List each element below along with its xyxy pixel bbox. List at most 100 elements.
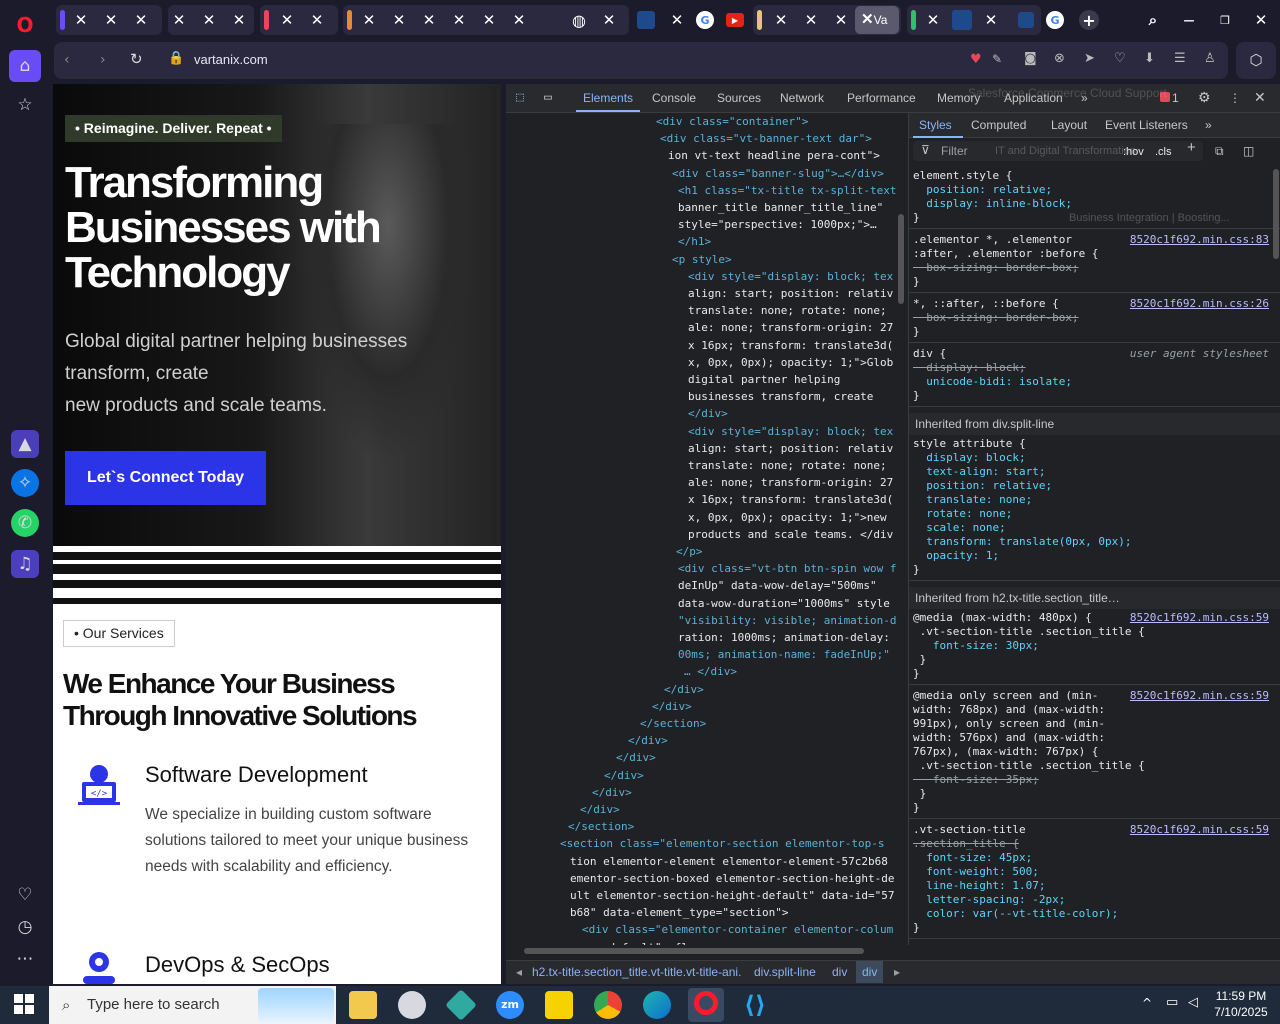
dom-line[interactable]: ration: 1000ms; animation-delay:: [678, 629, 890, 646]
style-rule-line[interactable]: display: block;: [913, 451, 1025, 465]
style-rule-line[interactable]: .vt-section-title .section_title {: [913, 759, 1145, 773]
dom-line[interactable]: </div>: [592, 784, 632, 801]
style-rule-line[interactable]: .section_title {: [913, 837, 1019, 851]
dom-horizontal-thumb[interactable]: [524, 948, 864, 954]
style-rule-line[interactable]: width: 576px) and (max-width:: [913, 731, 1105, 745]
dom-line[interactable]: <div style="display: block; tex: [688, 423, 893, 440]
dom-line[interactable]: "visibility: visible; animation-d: [678, 612, 897, 629]
breadcrumb-item[interactable]: h2.tx-title.section_title.vt-title.vt-ti…: [532, 961, 742, 983]
dom-line[interactable]: ementor-section-boxed elementor-section-…: [570, 870, 895, 887]
dom-line[interactable]: <div style="display: block; tex: [688, 268, 893, 285]
style-rule-line[interactable]: opacity: 1;: [913, 549, 999, 563]
restore-button[interactable]: ❐: [1214, 9, 1236, 31]
dom-line[interactable]: </section>: [640, 715, 706, 732]
dom-line[interactable]: <p style>: [672, 251, 732, 268]
x-tab[interactable]: ✕: [478, 9, 500, 31]
x-tab[interactable]: ✕: [598, 9, 620, 31]
style-rule-line[interactable]: style attribute {: [913, 437, 1026, 451]
x-tab[interactable]: ✕: [508, 9, 530, 31]
breadcrumb-scroll-right-icon[interactable]: ▸: [894, 961, 900, 983]
breadcrumb-item-selected[interactable]: div: [856, 961, 884, 983]
x-tab[interactable]: ✕: [448, 9, 470, 31]
new-style-rule-icon[interactable]: +: [1187, 140, 1196, 155]
style-rule-line[interactable]: box-sizing: border-box;: [913, 311, 1078, 325]
dom-line[interactable]: align: start; position: relativ: [688, 440, 893, 457]
google-tab-icon[interactable]: G: [1046, 11, 1064, 29]
dom-line[interactable]: … </div>: [684, 663, 737, 680]
new-tab-button[interactable]: +: [1079, 10, 1099, 30]
style-rule-line[interactable]: display: inline-block;: [913, 197, 1072, 211]
cls-toggle[interactable]: .cls: [1155, 145, 1172, 159]
easy-setup-icon[interactable]: ☰: [1174, 51, 1186, 66]
style-rule-line[interactable]: width: 768px) and (max-width:: [913, 703, 1105, 717]
style-rule-line[interactable]: :after, .elementor :before {: [913, 247, 1098, 261]
dom-line[interactable]: products and scale teams. </div: [688, 526, 893, 543]
dom-line[interactable]: </div>: [580, 801, 620, 818]
x-tab[interactable]: ✕: [388, 9, 410, 31]
network-icon[interactable]: ▭: [1166, 995, 1178, 1010]
dom-line[interactable]: </div>: [616, 749, 656, 766]
style-rule-line[interactable]: }: [913, 787, 927, 801]
minimize-button[interactable]: —: [1178, 9, 1200, 31]
style-rule-line[interactable]: .headline h1, .headline h2,: [913, 943, 1092, 945]
file-explorer-icon[interactable]: [349, 991, 377, 1019]
tray-chevron-icon[interactable]: ^: [1142, 996, 1152, 1010]
star-icon[interactable]: ☆: [10, 90, 40, 120]
volume-icon[interactable]: ◁: [1188, 995, 1198, 1010]
opera-taskbar-active[interactable]: [688, 988, 724, 1022]
dom-line[interactable]: ale: none; transform-origin: 27: [688, 319, 893, 336]
search-tabs-icon[interactable]: ⌕: [1142, 9, 1164, 31]
dom-line[interactable]: 00ms; animation-name: fadeInUp;": [678, 646, 890, 663]
dom-line[interactable]: <div class="container">: [656, 113, 808, 130]
tab-event-listeners[interactable]: Event Listeners: [1105, 118, 1188, 132]
style-rule-line[interactable]: }: [913, 211, 920, 225]
more-style-tabs-icon[interactable]: »: [1205, 118, 1212, 132]
style-source-link[interactable]: 8520c1f692.min.css:59: [1130, 611, 1269, 625]
back-icon[interactable]: ‹: [64, 52, 70, 68]
dom-line[interactable]: gap-default"> flex: [582, 939, 701, 945]
style-rule-line[interactable]: unicode-bidi: isolate;: [913, 375, 1072, 389]
x-tab[interactable]: ✕: [70, 9, 92, 31]
reload-icon[interactable]: ↻: [130, 50, 143, 68]
book-tab-icon[interactable]: [952, 10, 972, 30]
element-state-icon[interactable]: ⧉: [1215, 144, 1224, 158]
edge-icon[interactable]: [643, 991, 671, 1019]
connect-cta-button[interactable]: Let`s Connect Today: [65, 451, 266, 505]
url-field[interactable]: vartanix.com: [194, 52, 268, 67]
dom-line[interactable]: style="perspective: 1000px;">…: [678, 216, 877, 233]
chrome-icon[interactable]: [594, 991, 622, 1019]
camera-icon[interactable]: ◙: [1024, 51, 1037, 66]
dom-line[interactable]: </section>: [568, 818, 634, 835]
tab-layout[interactable]: Layout: [1051, 118, 1087, 132]
x-tab[interactable]: ✕: [228, 9, 250, 31]
styles-rules[interactable]: element.style { position: relative; disp…: [909, 169, 1280, 945]
tab-computed[interactable]: Computed: [971, 118, 1026, 132]
style-source-link[interactable]: 8520c1f692.min.css:26: [1130, 297, 1269, 311]
x-tab[interactable]: ✕: [770, 9, 792, 31]
style-rule-line[interactable]: display: block;: [913, 361, 1025, 375]
dom-line[interactable]: deInUp" data-wow-delay="500ms": [678, 577, 877, 594]
style-rule-line[interactable]: font-weight: 500;: [913, 865, 1039, 879]
style-rule-line[interactable]: 767px), (max-width: 767px) {: [913, 745, 1098, 759]
dom-horizontal-scrollbar[interactable]: [510, 946, 904, 956]
style-rule-line[interactable]: line-height: 1.07;: [913, 879, 1045, 893]
device-toolbar-icon[interactable]: ▭: [544, 90, 552, 105]
style-rule-line[interactable]: letter-spacing: -2px;: [913, 893, 1065, 907]
inspect-element-icon[interactable]: ⬚: [516, 90, 524, 105]
dom-line[interactable]: b68" data-element_type="section">: [570, 904, 789, 921]
more-options-icon[interactable]: ⋮: [1229, 91, 1241, 105]
style-rule-line[interactable]: .vt-section-title .section_title {: [913, 625, 1145, 639]
dom-line[interactable]: ult elementor-section-height-default" da…: [570, 887, 895, 904]
book-tab-icon[interactable]: [1018, 12, 1034, 28]
book-tab-icon[interactable]: [637, 11, 655, 29]
style-rule-line[interactable]: }: [913, 667, 920, 681]
x-tab[interactable]: ✕: [980, 9, 1002, 31]
x-tab[interactable]: ✕: [198, 9, 220, 31]
style-source-link[interactable]: 8520c1f692.min.css:83: [1130, 233, 1269, 247]
forward-icon[interactable]: ›: [100, 52, 106, 68]
dom-line[interactable]: <div class="banner-slug">…</div>: [672, 165, 884, 182]
heart-icon[interactable]: ♡: [10, 880, 40, 910]
style-rule-line[interactable]: text-align: start;: [913, 465, 1045, 479]
tab-sources[interactable]: Sources: [717, 91, 761, 105]
dom-line[interactable]: digital partner helping: [688, 371, 840, 388]
